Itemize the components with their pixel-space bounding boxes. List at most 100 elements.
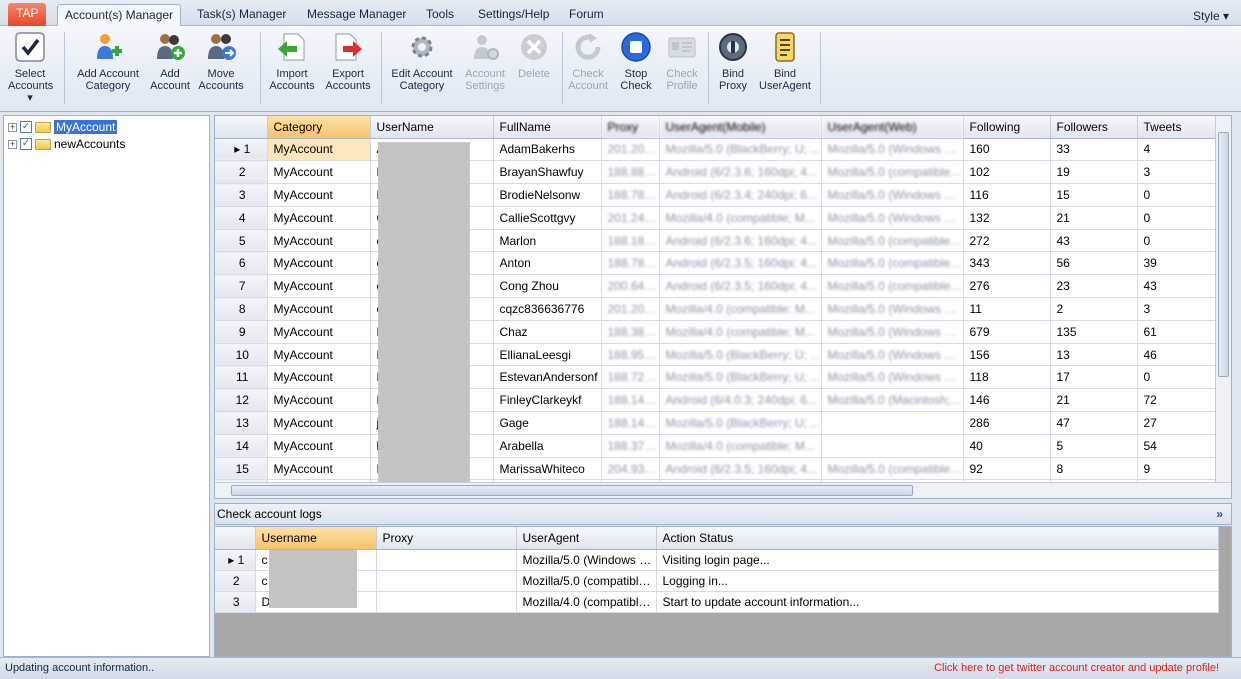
cell-full[interactable]: CallieScottgvy	[493, 206, 602, 230]
vertical-scrollbar[interactable]	[1215, 116, 1231, 483]
cell-ua[interactable]: Mozilla/5.0 (compatible;...	[516, 570, 657, 592]
cell-followers[interactable]: 19	[1050, 160, 1138, 185]
import-accounts-button[interactable]: Import Accounts	[266, 30, 318, 92]
cell-num[interactable]: 3	[215, 591, 256, 613]
cell-cat[interactable]: MyAccount	[267, 297, 371, 321]
cell-tweets[interactable]: 0	[1137, 206, 1216, 230]
cell-followers[interactable]: 43	[1050, 229, 1138, 253]
table-row[interactable]: 2MyAccountEBrayanShawfuy188.88.1...Andro…	[215, 160, 1216, 185]
tree-node-label[interactable]: MyAccount	[54, 120, 118, 134]
bind-proxy-button[interactable]: Bind Proxy	[712, 30, 754, 92]
cell-ua[interactable]: Mozilla/4.0 (compatible;...	[516, 591, 657, 613]
cell-cat[interactable]: MyAccount	[267, 434, 371, 458]
cell-num[interactable]: 5	[215, 229, 268, 253]
cell-proxy[interactable]	[376, 591, 517, 613]
table-row[interactable]: 6MyAccountcAnton188.78.5...Android (6/2.…	[215, 251, 1216, 276]
cell-proxy[interactable]: 200.64.1...	[601, 274, 660, 299]
cell-cat[interactable]: MyAccount	[267, 320, 371, 344]
cell-tweets[interactable]: 46	[1137, 343, 1216, 367]
add-account-category-button[interactable]: Add Account Category	[72, 30, 144, 92]
cell-tweets[interactable]: 4	[1137, 138, 1216, 162]
cell-status[interactable]: Start to update account information...	[656, 591, 1219, 613]
cell-uaw[interactable]	[821, 434, 964, 458]
cell-tweets[interactable]: 3	[1137, 297, 1216, 321]
cell-proxy[interactable]: 188.78.3...	[601, 183, 660, 207]
cell-uam[interactable]: Mozilla/5.0 (BlackBerry; U; ...	[659, 138, 822, 162]
cell-full[interactable]: BrayanShawfuy	[493, 160, 602, 185]
cell-cat[interactable]: MyAccount	[267, 365, 371, 390]
cell-status[interactable]: Logging in...	[656, 570, 1219, 592]
table-row[interactable]: 12MyAccountFFinleyClarkeykf188.143....An…	[215, 388, 1216, 413]
column-header-tweets[interactable]: Tweets	[1137, 116, 1216, 139]
check-profile-button[interactable]: Check Profile	[660, 30, 704, 92]
cell-proxy[interactable]: 188.143....	[601, 411, 660, 435]
expand-icon[interactable]: +	[8, 139, 17, 149]
edit-account-category-button[interactable]: Edit Account Category	[387, 30, 457, 92]
cell-uam[interactable]: Android (6/2.3.6; 160dpi; 4...	[659, 229, 822, 253]
cell-followers[interactable]: 21	[1050, 388, 1138, 413]
cell-followers[interactable]: 21	[1050, 206, 1138, 230]
cell-uam[interactable]: Mozilla/4.0 (compatible; M...	[659, 297, 822, 321]
cell-proxy[interactable]: 201.208....	[601, 138, 660, 162]
cell-full[interactable]: EstevanAndersonf	[493, 365, 602, 390]
cell-num[interactable]: 4	[215, 206, 268, 230]
cell-proxy[interactable]: 188.72.1...	[601, 365, 660, 390]
cell-tweets[interactable]: 54	[1137, 434, 1216, 458]
cell-uam[interactable]: Android (6/2.3.5; 160dpi; 4...	[659, 274, 822, 299]
cell-num[interactable]: 6	[215, 251, 268, 276]
cell-uaw[interactable]: Mozilla/5.0 (compatible; ...	[821, 229, 964, 253]
cell-following[interactable]: 40	[963, 434, 1051, 458]
style-menu[interactable]: Style ▾	[1193, 9, 1229, 23]
collapse-icon[interactable]: »	[1216, 504, 1223, 524]
tree-checkbox[interactable]: ✓	[20, 138, 32, 150]
cell-num[interactable]: 3	[215, 183, 268, 207]
cell-proxy[interactable]: 188.143....	[601, 388, 660, 413]
cell-following[interactable]: 146	[963, 388, 1051, 413]
column-header-useragent[interactable]: UserAgent	[516, 527, 657, 550]
add-account-button[interactable]: Add Account	[147, 30, 193, 92]
cell-full[interactable]: Gage	[493, 411, 602, 435]
cell-uam[interactable]: Mozilla/5.0 (BlackBerry; U; ...	[659, 365, 822, 390]
cell-uaw[interactable]: Mozilla/5.0 (compatible; ...	[821, 457, 964, 481]
column-header-fullname[interactable]: FullName	[493, 116, 602, 139]
cell-full[interactable]: Marlon	[493, 229, 602, 253]
cell-uam[interactable]: Mozilla/5.0 (BlackBerry; U; ...	[659, 343, 822, 367]
cell-num[interactable]: 15	[215, 457, 268, 481]
cell-tweets[interactable]: 43	[1137, 274, 1216, 299]
cell-following[interactable]: 156	[963, 343, 1051, 367]
app-menu-tab[interactable]: TAP	[8, 3, 47, 26]
cell-cat[interactable]: MyAccount	[267, 206, 371, 230]
tab-tools[interactable]: Tools	[419, 4, 461, 26]
cell-uam[interactable]: Mozilla/4.0 (compatible; M...	[659, 320, 822, 344]
column-header-rownum[interactable]	[215, 116, 268, 139]
bind-useragent-button[interactable]: Bind UserAgent	[756, 30, 814, 92]
cell-following[interactable]: 11	[963, 297, 1051, 321]
cell-tweets[interactable]: 72	[1137, 388, 1216, 413]
promo-link[interactable]: Click here to get twitter account creato…	[934, 658, 1219, 678]
cell-proxy[interactable]	[376, 549, 517, 571]
cell-following[interactable]: 102	[963, 160, 1051, 185]
cell-followers[interactable]: 17	[1050, 365, 1138, 390]
cell-num[interactable]: 2	[215, 570, 256, 592]
tree-node-newaccounts[interactable]: + ✓ newAccounts	[8, 136, 125, 152]
cell-followers[interactable]: 135	[1050, 320, 1138, 344]
cell-following[interactable]: 118	[963, 365, 1051, 390]
cell-followers[interactable]: 47	[1050, 411, 1138, 435]
cell-uaw[interactable]: Mozilla/5.0 (Macintosh; ...	[821, 388, 964, 413]
column-header-useragent-mobile[interactable]: UserAgent(Mobile)	[659, 116, 822, 139]
tree-checkbox[interactable]: ✓	[20, 121, 32, 133]
column-header-category[interactable]: Category	[267, 116, 371, 139]
cell-tweets[interactable]: 3	[1137, 160, 1216, 185]
cell-num[interactable]: ▸ 1	[215, 138, 268, 162]
cell-followers[interactable]: 2	[1050, 297, 1138, 321]
account-settings-button[interactable]: Account Settings	[461, 30, 509, 92]
cell-proxy[interactable]: 188.95.1...	[601, 343, 660, 367]
scroll-thumb[interactable]	[1218, 132, 1229, 377]
table-row[interactable]: 10MyAccountEEllianaLeesgi188.95.1...Mozi…	[215, 343, 1216, 367]
cell-full[interactable]: Anton	[493, 251, 602, 276]
cell-num[interactable]: 12	[215, 388, 268, 413]
move-accounts-button[interactable]: Move Accounts	[196, 30, 246, 92]
table-row[interactable]: 4MyAccountCCallieScottgvy201.248....Mozi…	[215, 206, 1216, 230]
export-accounts-button[interactable]: Export Accounts	[322, 30, 374, 92]
cell-num[interactable]: 11	[215, 365, 268, 390]
